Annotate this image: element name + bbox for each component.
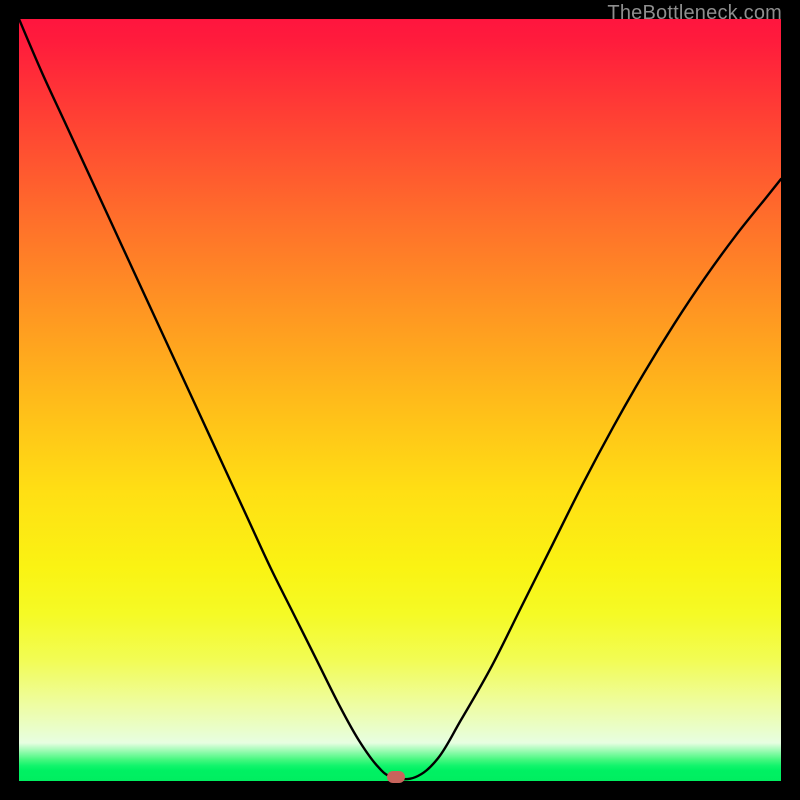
bottleneck-curve — [19, 19, 781, 781]
watermark-text: TheBottleneck.com — [607, 2, 782, 25]
optimal-point-marker — [387, 771, 405, 783]
plot-area — [19, 19, 781, 781]
chart-frame: TheBottleneck.com — [0, 0, 800, 800]
